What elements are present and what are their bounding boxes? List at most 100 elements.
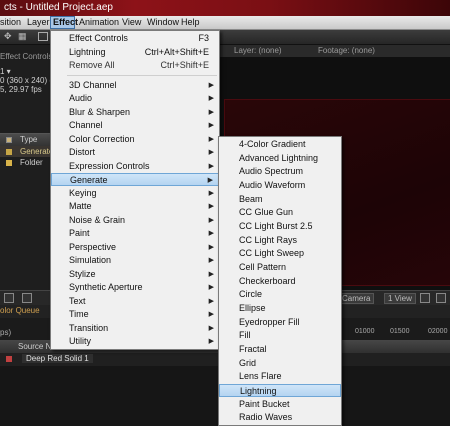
layer-viewer-tab[interactable]: Layer: (none) (230, 45, 286, 57)
ruler-mark: 02000 (428, 328, 448, 335)
menu-item-stylize[interactable]: Stylize ▶ (51, 268, 219, 281)
menu-bar: sition Layer Effect Animation View Windo… (0, 16, 450, 30)
ruler-mark: 01000 (355, 328, 375, 335)
submenu-arrow-icon: ▶ (208, 311, 214, 318)
submenu-arrow-icon: ▶ (208, 190, 214, 197)
submenu-arrow-icon: ▶ (208, 257, 214, 264)
render-queue-tab[interactable]: olor Queue (0, 306, 40, 315)
menu-item-text[interactable]: Text ▶ (51, 295, 219, 308)
submenu-arrow-icon: ▶ (208, 82, 214, 89)
submenu-arrow-icon: ▶ (208, 325, 214, 332)
submenu-item[interactable]: CC Glue Gun (219, 206, 341, 219)
menu-item-utility[interactable]: Utility ▶ (51, 335, 219, 348)
menu-layer[interactable]: Layer (27, 16, 50, 29)
pan-tool-icon[interactable]: ✥ (4, 32, 13, 41)
submenu-item[interactable]: Cell Pattern (219, 261, 341, 274)
generate-submenu: 4-Color Gradient Advanced Lightning Audi… (218, 136, 342, 426)
submenu-item[interactable]: Advanced Lightning (219, 152, 341, 165)
submenu-item[interactable]: Audio Waveform (219, 179, 341, 192)
menu-item-channel[interactable]: Channel ▶ (51, 119, 219, 132)
submenu-arrow-icon: ▶ (208, 122, 214, 129)
submenu-item[interactable]: 4-Color Gradient (219, 138, 341, 151)
menu-item-synthetic-aperture[interactable]: Synthetic Aperture ▶ (51, 281, 219, 294)
submenu-item[interactable]: Beam (219, 193, 341, 206)
menu-item-paint[interactable]: Paint ▶ (51, 227, 219, 240)
layer-label-swatch (6, 356, 12, 362)
submenu-arrow-icon: ▶ (208, 244, 214, 251)
submenu-item[interactable]: CC Light Rays (219, 234, 341, 247)
view-layout-dropdown[interactable]: 1 View (384, 293, 416, 304)
submenu-arrow-icon: ▶ (208, 338, 214, 345)
submenu-item[interactable]: Fractal (219, 343, 341, 356)
submenu-item[interactable]: Ellipse (219, 302, 341, 315)
submenu-item[interactable]: Checkerboard (219, 275, 341, 288)
mask-tool-icon[interactable]: ▦ (18, 32, 27, 41)
menu-item-generate[interactable]: Generate ▶ (51, 173, 219, 186)
submenu-arrow-icon: ▶ (208, 217, 214, 224)
submenu-arrow-icon: ▶ (208, 95, 214, 102)
menu-help[interactable]: Help (181, 16, 200, 29)
submenu-arrow-icon: ▶ (208, 271, 214, 278)
submenu-arrow-icon: ▶ (208, 149, 214, 156)
submenu-item-lightning[interactable]: Lightning (219, 384, 341, 397)
menu-separator (67, 75, 217, 76)
menu-effect[interactable]: Effect (50, 16, 78, 29)
menu-animation[interactable]: Animation (79, 16, 119, 29)
menu-item-transition[interactable]: Transition ▶ (51, 322, 219, 335)
menu-item-effect-controls[interactable]: Effect Controls F3 (51, 32, 219, 45)
effect-controls-tab[interactable]: Effect Controls (0, 52, 52, 61)
submenu-item[interactable]: Circle (219, 288, 341, 301)
menu-composition[interactable]: sition (0, 16, 21, 29)
submenu-arrow-icon: ▶ (208, 163, 214, 170)
rectangle-tool-icon[interactable] (38, 32, 48, 41)
submenu-item[interactable]: Paint Bucket (219, 398, 341, 411)
menu-item-color-correction[interactable]: Color Correction ▶ (51, 133, 219, 146)
submenu-item[interactable]: Lens Flare (219, 370, 341, 383)
menu-item-expression-controls[interactable]: Expression Controls ▶ (51, 160, 219, 173)
submenu-item[interactable]: CC Light Burst 2.5 (219, 220, 341, 233)
submenu-item[interactable]: Eyedropper Fill (219, 316, 341, 329)
window-title: cts - Untitled Project.aep (4, 2, 113, 13)
submenu-item[interactable]: Radio Waves (219, 411, 341, 424)
submenu-arrow-icon: ▶ (208, 230, 214, 237)
project-item-row[interactable]: Folder (0, 157, 50, 168)
menu-item-perspective[interactable]: Perspective ▶ (51, 241, 219, 254)
comp-info-line-1: 1 ▾ (0, 67, 11, 76)
menu-item-distort[interactable]: Distort ▶ (51, 146, 219, 159)
effect-menu: Effect Controls F3 Lightning Ctrl+Alt+Shif… (50, 30, 220, 350)
menu-view[interactable]: View (122, 16, 141, 29)
project-column-header: Type (0, 133, 50, 147)
project-item-row[interactable]: Generate (0, 146, 53, 157)
label-column-icon (6, 137, 12, 143)
toggle-button[interactable] (4, 293, 14, 303)
viewer-option-button[interactable] (436, 293, 446, 303)
submenu-item[interactable]: Audio Spectrum (219, 165, 341, 178)
fps-readout: ps) (0, 328, 12, 337)
menu-item-audio[interactable]: Audio ▶ (51, 92, 219, 105)
camera-dropdown[interactable]: Camera (338, 293, 375, 304)
label-swatch (6, 149, 12, 155)
footage-viewer-tab[interactable]: Footage: (none) (314, 45, 379, 57)
menu-item-time[interactable]: Time ▶ (51, 308, 219, 321)
submenu-item[interactable]: Fill (219, 329, 341, 342)
menu-window[interactable]: Window (147, 16, 179, 29)
viewer-option-button[interactable] (420, 293, 430, 303)
submenu-arrow-icon: ▶ (207, 177, 213, 184)
submenu-item[interactable]: Grid (219, 357, 341, 370)
menu-item-last-effect[interactable]: Lightning Ctrl+Alt+Shift+E (51, 46, 219, 59)
submenu-arrow-icon: ▶ (208, 284, 214, 291)
type-column-header[interactable]: Type (20, 135, 37, 144)
comp-info-line-3: 5, 29.97 fps (0, 85, 42, 94)
menu-item-3d-channel[interactable]: 3D Channel ▶ (51, 79, 219, 92)
submenu-arrow-icon: ▶ (208, 203, 214, 210)
toggle-button[interactable] (22, 293, 32, 303)
menu-item-blur-sharpen[interactable]: Blur & Sharpen ▶ (51, 106, 219, 119)
menu-item-simulation[interactable]: Simulation ▶ (51, 254, 219, 267)
menu-item-noise-grain[interactable]: Noise & Grain ▶ (51, 214, 219, 227)
submenu-item[interactable]: CC Light Sweep (219, 247, 341, 260)
menu-item-remove-all[interactable]: Remove All Ctrl+Shift+E (51, 59, 219, 72)
menu-item-matte[interactable]: Matte ▶ (51, 200, 219, 213)
label-swatch (6, 160, 12, 166)
project-item-name: Folder (20, 158, 43, 167)
menu-item-keying[interactable]: Keying ▶ (51, 187, 219, 200)
